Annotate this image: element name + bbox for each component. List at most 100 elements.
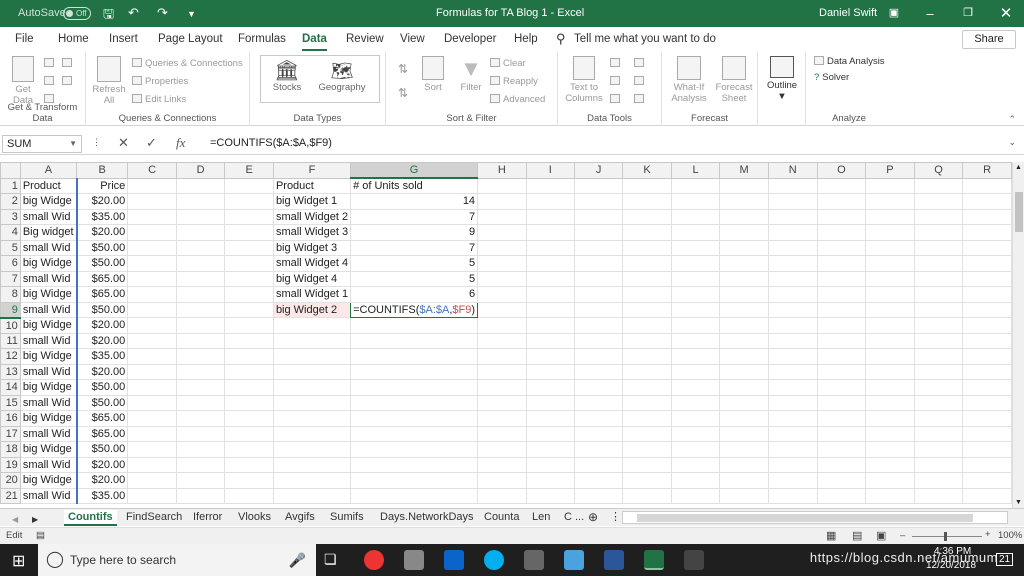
row-header[interactable]: 9 [0, 301, 21, 319]
cell-E5[interactable] [224, 239, 274, 256]
cell-R21[interactable] [962, 487, 1012, 504]
cell-I14[interactable] [525, 379, 575, 396]
column-header[interactable]: B [76, 162, 129, 179]
cell-I2[interactable] [525, 193, 575, 210]
tools-icon[interactable] [524, 550, 544, 570]
cell-D4[interactable] [175, 224, 226, 241]
cell-P4[interactable] [865, 224, 915, 241]
cell-L16[interactable] [670, 410, 721, 427]
cell-A9[interactable]: small Wid [19, 301, 78, 318]
cell-A19[interactable]: small Wid [19, 456, 78, 473]
cell-H17[interactable] [477, 425, 527, 442]
scroll-thumb[interactable] [1015, 192, 1023, 232]
cell-L19[interactable] [670, 456, 721, 473]
edit-links-button[interactable]: Edit Links [132, 94, 186, 105]
cell-N17[interactable] [767, 425, 818, 442]
zoom-out-icon[interactable]: – [900, 530, 905, 541]
cell-E2[interactable] [224, 193, 274, 210]
zoom-level[interactable]: 100% [998, 530, 1022, 541]
cell-E11[interactable] [224, 332, 274, 349]
cell-J21[interactable] [573, 487, 624, 504]
geography-button[interactable]: 🗺 Geography [316, 60, 368, 93]
cell-L10[interactable] [670, 317, 721, 334]
sort-button[interactable]: Sort [420, 56, 446, 93]
cell-L9[interactable] [670, 301, 721, 318]
cell-O13[interactable] [816, 363, 867, 380]
get-data-button[interactable]: Get Data [10, 56, 36, 106]
cell-G6[interactable]: 5 [350, 255, 479, 272]
cell-O2[interactable] [816, 193, 867, 210]
cell-N7[interactable] [767, 270, 818, 287]
excel-icon[interactable] [644, 550, 664, 570]
column-header[interactable]: O [816, 162, 867, 179]
cell-J7[interactable] [573, 270, 624, 287]
cell-L12[interactable] [670, 348, 721, 365]
select-all-corner[interactable] [0, 162, 21, 179]
cell-L13[interactable] [670, 363, 721, 380]
cell-E10[interactable] [224, 317, 274, 334]
existing-connections-icon[interactable] [62, 76, 75, 87]
from-web-icon[interactable] [44, 76, 57, 87]
column-header[interactable]: J [573, 162, 624, 179]
cell-H16[interactable] [477, 410, 527, 427]
new-sheet-icon[interactable]: ⊕ [588, 510, 598, 526]
cancel-icon[interactable]: ✕ [118, 135, 129, 151]
cell-R16[interactable] [962, 410, 1012, 427]
column-header[interactable]: M [719, 162, 769, 179]
column-header[interactable]: G [350, 162, 479, 179]
cell-F1[interactable]: Product [272, 177, 352, 194]
cell-M1[interactable] [719, 177, 769, 194]
cell-F16[interactable] [272, 410, 352, 427]
cell-I18[interactable] [525, 441, 575, 458]
cell-D13[interactable] [175, 363, 226, 380]
cell-D18[interactable] [175, 441, 226, 458]
cell-E6[interactable] [224, 255, 274, 272]
word-icon[interactable] [604, 550, 624, 570]
cell-I10[interactable] [525, 317, 575, 334]
slack-icon[interactable] [684, 550, 704, 570]
cell-G2[interactable]: 14 [350, 193, 479, 210]
cell-A14[interactable]: big Widge [19, 379, 78, 396]
cell-H11[interactable] [477, 332, 527, 349]
close-icon[interactable]: ✕ [988, 0, 1024, 27]
solver-button[interactable]: ? Solver [814, 72, 849, 83]
cell-F9[interactable]: big Widget 2 [272, 301, 352, 318]
cell-L4[interactable] [670, 224, 721, 241]
cell-J13[interactable] [573, 363, 624, 380]
cell-F13[interactable] [272, 363, 352, 380]
cell-P17[interactable] [865, 425, 915, 442]
cell-O21[interactable] [816, 487, 867, 504]
cell-G13[interactable] [350, 363, 479, 380]
relationships-icon[interactable] [634, 76, 647, 87]
cell-I4[interactable] [525, 224, 575, 241]
chrome-icon[interactable] [364, 550, 384, 570]
cell-I7[interactable] [525, 270, 575, 287]
cell-P21[interactable] [865, 487, 915, 504]
cell-D20[interactable] [175, 472, 226, 489]
tab-home[interactable]: Home [58, 33, 89, 45]
column-header[interactable]: H [477, 162, 527, 179]
refresh-all-button[interactable]: Refresh All [92, 56, 126, 106]
cell-D7[interactable] [175, 270, 226, 287]
cell-D5[interactable] [175, 239, 226, 256]
autosave-toggle[interactable]: Off [63, 7, 91, 20]
cell-E16[interactable] [224, 410, 274, 427]
cell-K13[interactable] [622, 363, 672, 380]
cell-P2[interactable] [865, 193, 915, 210]
sheet-tab-avgifs[interactable]: Avgifs [285, 510, 315, 526]
sheet-tab-len[interactable]: Len [532, 510, 550, 526]
cell-M20[interactable] [719, 472, 769, 489]
tab-developer[interactable]: Developer [444, 33, 496, 45]
cell-H10[interactable] [477, 317, 527, 334]
row-header[interactable]: 15 [0, 394, 21, 411]
row-header[interactable]: 13 [0, 363, 21, 380]
user-name[interactable]: Daniel Swift [819, 7, 877, 19]
cell-I15[interactable] [525, 394, 575, 411]
cell-K20[interactable] [622, 472, 672, 489]
cell-G16[interactable] [350, 410, 479, 427]
cell-F6[interactable]: small Widget 4 [272, 255, 352, 272]
cell-I1[interactable] [525, 177, 575, 194]
cell-B13[interactable]: $20.00 [76, 363, 129, 380]
cell-H4[interactable] [477, 224, 527, 241]
cell-F17[interactable] [272, 425, 352, 442]
